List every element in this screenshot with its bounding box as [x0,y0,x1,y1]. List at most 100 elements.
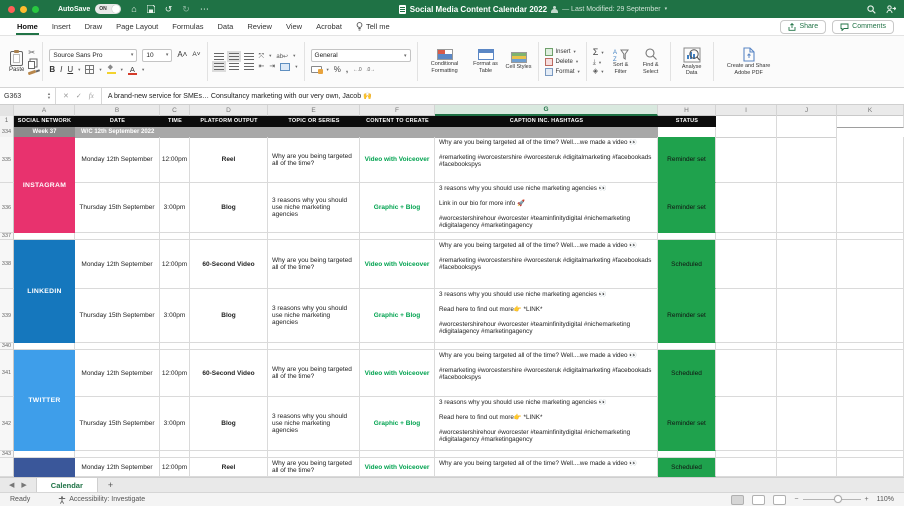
date-cell[interactable]: Monday 12th September [75,350,160,397]
font-size-select[interactable]: 10▾ [142,49,172,62]
cell-empty[interactable] [777,350,837,397]
bold-button[interactable]: B [49,66,55,74]
cell-empty[interactable] [716,289,777,343]
align-left-icon[interactable] [214,63,224,70]
content-cell[interactable]: Video with Voiceover [360,137,435,183]
font-color-icon[interactable]: A [128,65,137,75]
tab-acrobat[interactable]: Acrobat [309,19,349,35]
cell-empty[interactable] [14,233,75,240]
cell-empty[interactable] [190,233,268,240]
borders-icon[interactable] [85,65,94,74]
align-center-icon[interactable] [229,63,239,70]
cell-empty[interactable] [360,233,435,240]
caption-cell[interactable]: 3 reasons why you should use niche marke… [435,183,658,233]
status-cell[interactable]: Reminder set [658,397,716,451]
format-cells-button[interactable]: Format▾ [545,68,580,76]
cell-empty[interactable] [777,233,837,240]
italic-button[interactable]: I [60,66,62,74]
content-cell[interactable]: Graphic + Blog [360,183,435,233]
cell-empty[interactable] [837,137,904,183]
page-break-view-icon[interactable] [773,495,786,505]
caption-cell[interactable]: Why are you being targeted all of the ti… [435,137,658,183]
sort-filter-button[interactable]: AZ Sort & Filter [608,48,634,75]
topic-cell[interactable]: Why are you being targeted all of the ti… [268,458,360,477]
cell-empty[interactable] [837,451,904,458]
close-window-button[interactable] [8,6,15,13]
tab-formulas[interactable]: Formulas [165,19,210,35]
platform-output-cell[interactable]: 60-Second Video [190,240,268,289]
cell-empty[interactable] [716,233,777,240]
date-cell[interactable]: Monday 12th September [75,458,160,477]
cut-icon[interactable]: ✂ [28,49,36,57]
clear-button[interactable]: ◈▾ [593,68,604,75]
underline-button[interactable]: U [67,66,73,74]
zoom-slider[interactable]: − + [794,496,868,503]
paste-button[interactable]: Paste [9,51,24,73]
topic-cell[interactable]: Why are you being targeted all of the ti… [268,240,360,289]
caption-cell[interactable]: 3 reasons why you should use niche marke… [435,397,658,451]
last-modified-label[interactable]: — Last Modified: 29 September [562,6,660,13]
wrap-text-icon[interactable]: ab↩ [276,53,288,60]
autosum-button[interactable]: Σ▾ [593,48,604,57]
zoom-knob[interactable] [834,495,842,503]
conditional-formatting-button[interactable]: Conditional Formatting [424,49,466,74]
column-header-e[interactable]: E [268,105,360,116]
name-box-stepper[interactable]: ▲▼ [47,92,51,100]
page-layout-view-icon[interactable] [752,495,765,505]
cell-empty[interactable] [716,183,777,233]
row-number[interactable]: 336 [0,183,14,233]
cell-empty[interactable] [435,451,658,458]
find-select-button[interactable]: Find & Select [638,48,664,75]
platform-name-cell[interactable]: LINKEDIN [14,240,75,343]
cell-empty[interactable] [837,289,904,343]
cell-empty[interactable] [190,451,268,458]
column-header-h[interactable]: H [658,105,716,116]
column-header-g-selected[interactable]: G [435,105,658,116]
time-cell[interactable]: 12:00pm [160,137,190,183]
date-cell[interactable]: Thursday 15th September [75,289,160,343]
cell-empty[interactable] [160,451,190,458]
status-cell[interactable]: Scheduled [658,458,716,477]
cell-empty[interactable] [268,343,360,350]
content-cell[interactable]: Video with Voiceover [360,240,435,289]
topic-cell[interactable]: 3 reasons why you should use niche marke… [268,397,360,451]
platform-output-cell[interactable]: Blog [190,289,268,343]
cell-empty[interactable] [777,397,837,451]
cell-empty[interactable] [777,183,837,233]
align-bottom-icon[interactable] [244,53,254,60]
percent-style-icon[interactable]: % [334,65,341,74]
cell-empty[interactable] [777,451,837,458]
row-number[interactable]: 340 [0,343,14,350]
cell-empty[interactable] [716,397,777,451]
redo-icon[interactable]: ↻ [182,5,190,14]
time-cell[interactable]: 3:00pm [160,397,190,451]
cell-empty[interactable] [837,458,904,477]
cell-empty[interactable] [837,116,904,128]
cell-empty[interactable] [837,397,904,451]
merge-center-icon[interactable] [280,63,290,71]
chevron-down-icon[interactable]: ▾ [665,6,668,12]
caption-cell[interactable]: Why are you being targeted all of the ti… [435,350,658,397]
time-cell[interactable]: 3:00pm [160,183,190,233]
comments-button[interactable]: Comments [832,20,894,34]
cell-empty[interactable] [716,137,777,183]
align-middle-icon[interactable] [229,53,239,60]
row-number[interactable]: 343 [0,451,14,458]
topic-cell[interactable]: Why are you being targeted all of the ti… [268,137,360,183]
platform-name-cell[interactable]: INSTAGRAM [14,137,75,233]
cell-empty[interactable] [268,451,360,458]
accessibility-status[interactable]: Accessibility: Investigate [58,496,145,504]
time-cell[interactable]: 12:00pm [160,350,190,397]
status-cell[interactable]: Scheduled [658,350,716,397]
platform-output-cell[interactable]: Reel [190,458,268,477]
align-top-icon[interactable] [214,53,224,60]
topic-cell[interactable]: Why are you being targeted all of the ti… [268,350,360,397]
cell-empty[interactable] [716,343,777,350]
column-header-a[interactable]: A [14,105,75,116]
increase-font-icon[interactable]: A˄ [177,51,187,59]
autosave-toggle[interactable]: ON [95,4,121,14]
tab-view[interactable]: View [279,19,309,35]
cell-empty[interactable] [75,343,160,350]
column-header-c[interactable]: C [160,105,190,116]
fill-color-icon[interactable] [107,65,116,74]
